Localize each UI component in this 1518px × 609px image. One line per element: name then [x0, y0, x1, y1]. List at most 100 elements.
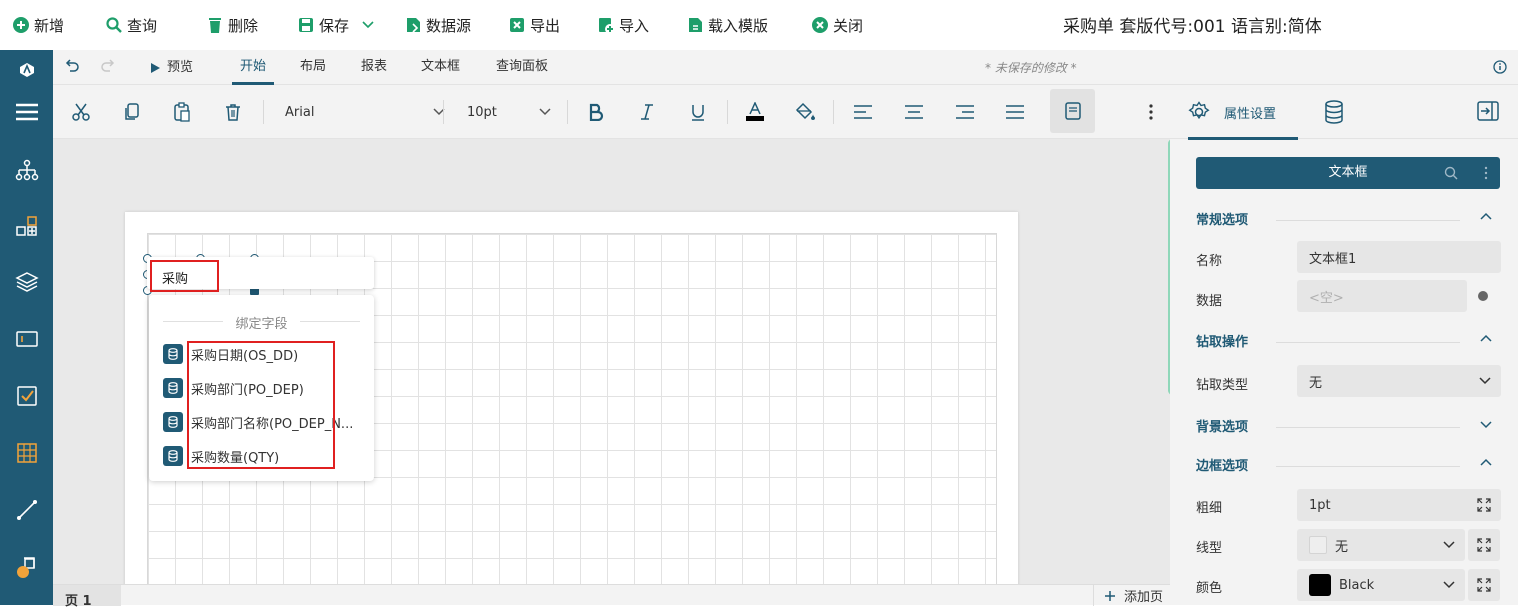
data-field[interactable]: <空> — [1297, 280, 1467, 312]
align-right-icon[interactable] — [951, 98, 979, 126]
border-style-select[interactable]: 无 — [1297, 529, 1465, 561]
hierarchy-icon[interactable] — [0, 150, 53, 190]
tab-properties[interactable]: 属性设置 — [1188, 85, 1299, 140]
drill-type-label: 钻取类型 — [1196, 378, 1249, 393]
chevron-down-icon — [1443, 541, 1455, 549]
expand-icon[interactable] — [1468, 569, 1500, 601]
menu-bar: 预览 开始 布局 报表 文本框 查询面板 * 未保存的修改 * — [53, 50, 1518, 85]
section-background[interactable]: 背景选项 — [1196, 416, 1500, 438]
align-left-icon[interactable] — [849, 98, 877, 126]
database-icon — [163, 412, 183, 432]
new-button[interactable]: 新增 — [12, 10, 64, 40]
tab-layout[interactable]: 布局 — [300, 50, 326, 85]
database-icon — [163, 378, 183, 398]
color-swatch — [1309, 574, 1331, 596]
page-tab[interactable]: 页 1 — [53, 585, 121, 609]
format-toolbar: Arial 10pt — [53, 85, 1170, 139]
expand-icon[interactable] — [1468, 529, 1500, 561]
section-general[interactable]: 常规选项 — [1196, 209, 1500, 231]
hamburger-menu-icon[interactable] — [0, 92, 53, 132]
bold-icon[interactable] — [582, 98, 610, 126]
left-sidebar — [0, 50, 53, 605]
name-field[interactable]: 文本框1 — [1297, 241, 1501, 273]
document-title: 采购单 套版代号:001 语言别:简体 — [1063, 17, 1322, 37]
logo-icon — [0, 50, 53, 90]
undo-icon[interactable] — [63, 58, 79, 78]
plus-icon — [1105, 590, 1115, 601]
more-options-icon[interactable] — [1137, 98, 1165, 126]
section-drill[interactable]: 钻取操作 — [1196, 331, 1500, 353]
font-size-select[interactable]: 10pt — [467, 98, 551, 126]
tab-textbox[interactable]: 文本框 — [421, 50, 460, 85]
border-style-label: 线型 — [1196, 541, 1223, 556]
tab-start[interactable]: 开始 — [231, 50, 275, 85]
excel-icon — [508, 16, 526, 34]
justify-icon[interactable] — [1001, 98, 1029, 126]
database-icon[interactable] — [1324, 100, 1344, 128]
query-button[interactable]: 查询 — [105, 10, 157, 40]
datasource-icon — [404, 16, 422, 34]
trash-icon — [206, 16, 224, 34]
expand-icon[interactable] — [1468, 489, 1500, 521]
italic-icon[interactable] — [633, 98, 661, 126]
chevron-up-icon — [1480, 212, 1492, 220]
components-icon[interactable] — [0, 207, 53, 247]
paste-icon[interactable] — [168, 98, 196, 126]
chevron-up-icon — [1480, 334, 1492, 342]
save-button[interactable]: 保存 — [297, 10, 375, 40]
preview-button[interactable]: 预览 — [149, 50, 193, 85]
tab-report[interactable]: 报表 — [361, 50, 387, 85]
datasource-button[interactable]: 数据源 — [404, 10, 471, 40]
unsaved-changes-label: * 未保存的修改 * — [985, 61, 1077, 75]
tab-query-panel[interactable]: 查询面板 — [496, 50, 548, 85]
gear-icon — [1188, 101, 1210, 120]
color-swatch — [1309, 536, 1327, 554]
popup-title: 绑定字段 — [163, 313, 360, 332]
border-width-label: 粗细 — [1196, 501, 1223, 516]
data-binding-dot[interactable] — [1478, 291, 1488, 301]
export-button[interactable]: 导出 — [508, 10, 560, 40]
fields-highlight-box — [187, 341, 335, 469]
search-icon — [1444, 166, 1458, 180]
chevron-down-icon — [1479, 377, 1491, 385]
add-page-button[interactable]: 添加页 — [1093, 585, 1163, 606]
checkbox-tool-icon[interactable] — [0, 376, 53, 416]
close-button[interactable]: 关闭 — [811, 10, 863, 40]
collapse-panel-icon[interactable] — [1477, 101, 1499, 125]
import-button[interactable]: 导入 — [597, 10, 649, 40]
line-tool-icon[interactable] — [0, 490, 53, 530]
shape-tool-icon[interactable] — [0, 547, 53, 587]
properties-panel: 属性设置 文本框 常规选项 名称 文本框1 数据 <空> 钻取操作 钻取类型 无… — [1170, 85, 1518, 605]
layers-icon[interactable] — [0, 262, 53, 302]
cut-icon[interactable] — [67, 98, 95, 126]
border-color-select[interactable]: Black — [1297, 569, 1465, 601]
delete-button[interactable]: 删除 — [206, 10, 258, 40]
name-label: 名称 — [1196, 254, 1223, 269]
textbox-tool-icon[interactable] — [0, 319, 53, 359]
fill-color-icon[interactable] — [791, 98, 819, 126]
chevron-down-icon[interactable] — [361, 16, 375, 34]
font-color-icon[interactable] — [741, 98, 769, 126]
chevron-down-icon — [539, 108, 551, 116]
section-border[interactable]: 边框选项 — [1196, 455, 1500, 477]
import-icon — [597, 16, 615, 34]
textbox-format-icon[interactable] — [1050, 89, 1095, 133]
font-family-select[interactable]: Arial — [285, 98, 445, 126]
info-icon[interactable] — [1493, 60, 1507, 78]
drill-type-select[interactable]: 无 — [1297, 365, 1501, 397]
plus-circle-icon — [12, 16, 30, 34]
table-tool-icon[interactable] — [0, 433, 53, 473]
main-toolbar: 新增 查询 删除 保存 数据源 导出 导入 载入模版 关闭 采购单 套版代号:0… — [0, 0, 1518, 50]
chevron-down-icon — [1443, 581, 1455, 589]
underline-icon[interactable] — [684, 98, 712, 126]
redo-icon[interactable] — [101, 58, 117, 78]
textbox-input[interactable]: 采购 — [150, 260, 219, 292]
delete-icon[interactable] — [219, 98, 247, 126]
load-template-button[interactable]: 载入模版 — [686, 10, 768, 40]
copy-icon[interactable] — [118, 98, 146, 126]
save-icon — [297, 16, 315, 34]
align-center-icon[interactable] — [900, 98, 928, 126]
component-name-bar: 文本框 — [1196, 157, 1500, 189]
close-circle-icon — [811, 16, 829, 34]
textbox-editor[interactable]: 采购 — [147, 257, 374, 292]
